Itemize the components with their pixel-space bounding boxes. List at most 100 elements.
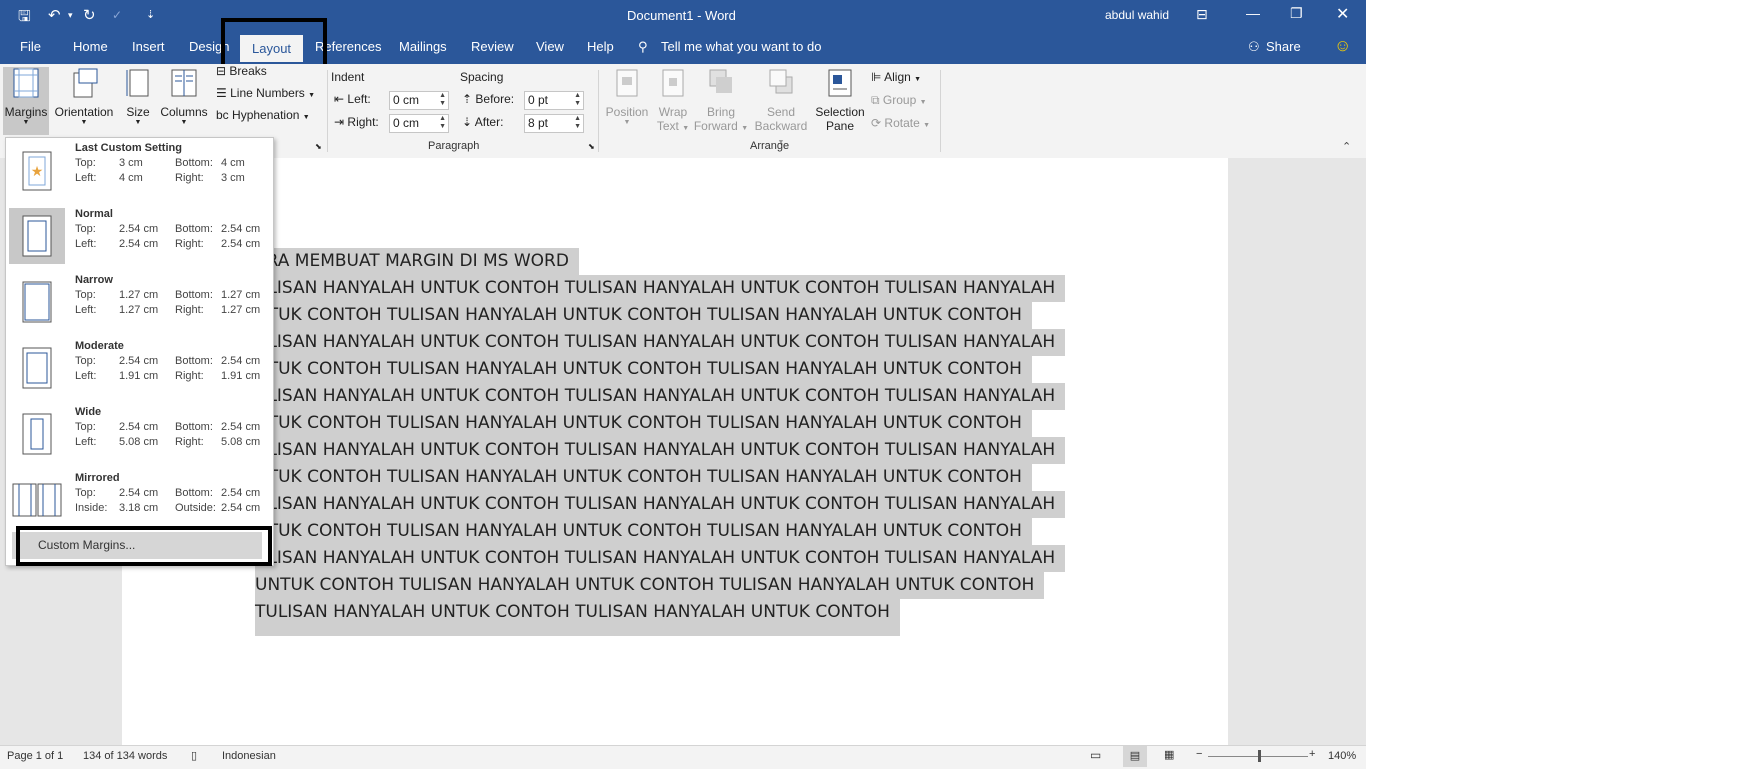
- margin-option-moderate[interactable]: Moderate Top: 2.54 cm Bottom: 2.54 cm Le…: [6, 336, 273, 402]
- page-setup-launcher-icon[interactable]: ⬊: [315, 142, 322, 151]
- size-button[interactable]: Size ▼: [120, 67, 156, 126]
- spinner-icon[interactable]: ▲ ▼: [574, 115, 581, 131]
- margin-key: Bottom:: [175, 223, 213, 235]
- customize-toolbar-icon[interactable]: ⇣: [146, 8, 155, 21]
- line-numbers-button[interactable]: ☰ Line Numbers ▼: [216, 86, 315, 100]
- margin-option-name: Mirrored: [75, 472, 120, 484]
- tab-file[interactable]: File: [20, 39, 41, 54]
- window-title: Document1 - Word: [627, 8, 736, 23]
- web-layout-icon[interactable]: ▦: [1164, 748, 1174, 761]
- zoom-level[interactable]: 140%: [1328, 750, 1356, 762]
- group-button[interactable]: ⧉ Group ▼: [871, 93, 927, 108]
- margin-value: 3.18 cm: [119, 502, 159, 514]
- rotate-label: Rotate: [884, 116, 920, 130]
- collapse-ribbon-icon[interactable]: ⌃: [1342, 140, 1351, 153]
- send-backward-button[interactable]: Send Backward ▼: [750, 67, 812, 147]
- share-button[interactable]: Share: [1266, 39, 1301, 54]
- language-indicator[interactable]: Indonesian: [222, 750, 276, 762]
- title-bar: 🖫 ↶ ▾ ↻ ✓ ⇣ Document1 - Word abdul wahid…: [0, 0, 1366, 30]
- margin-option-mirrored[interactable]: Mirrored Top: 2.54 cm Bottom: 2.54 cm In…: [6, 468, 273, 534]
- indent-left-text: Left:: [347, 92, 371, 106]
- position-label: Position: [605, 105, 649, 119]
- tab-home[interactable]: Home: [73, 39, 108, 54]
- indent-left-input[interactable]: 0 cm ▲ ▼: [389, 91, 449, 110]
- margin-key: Bottom:: [175, 289, 213, 301]
- indent-right-input[interactable]: 0 cm ▲ ▼: [389, 114, 449, 133]
- spacing-after-input[interactable]: 8 pt ▲ ▼: [524, 114, 584, 133]
- word-count[interactable]: 134 of 134 words: [83, 750, 167, 762]
- margin-option-narrow[interactable]: Narrow Top: 1.27 cm Bottom: 1.27 cm Left…: [6, 270, 273, 336]
- proofing-icon[interactable]: ▯: [191, 749, 197, 762]
- tab-review[interactable]: Review: [471, 39, 514, 54]
- wrap-text-button[interactable]: Wrap Text ▼: [653, 67, 693, 133]
- page-normal-icon: [9, 208, 65, 264]
- document-text[interactable]: ARA MEMBUAT MARGIN DI MS WORD ULISAN HAN…: [255, 248, 1075, 636]
- wrap-text-label-2: Text ▼: [656, 119, 690, 133]
- size-icon: [126, 69, 149, 97]
- margin-value: 1.91 cm: [119, 370, 159, 382]
- redo-icon[interactable]: ↻: [83, 6, 96, 24]
- breaks-button[interactable]: ⊟ Breaks: [216, 64, 267, 78]
- margin-value: 2.54 cm: [221, 421, 261, 433]
- rotate-button[interactable]: ⟳ Rotate ▼: [871, 116, 930, 130]
- chevron-down-icon: ▼: [134, 119, 142, 126]
- minimize-icon[interactable]: —: [1246, 5, 1260, 21]
- orientation-button[interactable]: Orientation ▼: [52, 67, 116, 126]
- close-icon[interactable]: ✕: [1336, 4, 1349, 24]
- user-name[interactable]: abdul wahid: [1105, 8, 1169, 22]
- page-count[interactable]: Page 1 of 1: [7, 750, 63, 762]
- margin-value: 3 cm: [221, 172, 245, 184]
- chevron-down-icon: ▼: [914, 76, 922, 83]
- restore-icon[interactable]: ❐: [1290, 5, 1303, 22]
- chevron-down-icon: ▼: [308, 92, 316, 99]
- indent-left-value: 0 cm: [393, 93, 420, 107]
- margin-option-last-custom[interactable]: ★ Last Custom Setting Top: 3 cm Bottom: …: [6, 138, 273, 204]
- margin-key: Right:: [175, 370, 204, 382]
- selection-pane-button[interactable]: Selection Pane: [812, 67, 868, 133]
- smiley-icon[interactable]: ☺: [1334, 36, 1351, 56]
- margin-value: 2.54 cm: [221, 487, 261, 499]
- undo-dropdown-icon[interactable]: ▾: [68, 10, 73, 21]
- hyphenation-button[interactable]: bc Hyphenation ▼: [216, 108, 310, 122]
- bring-forward-button[interactable]: Bring Forward ▼: [693, 67, 749, 133]
- columns-button[interactable]: Columns ▼: [158, 67, 210, 126]
- paragraph-launcher-icon[interactable]: ⬊: [588, 142, 595, 151]
- spinner-icon[interactable]: ▲ ▼: [574, 92, 581, 108]
- spacing-before-input[interactable]: 0 pt ▲ ▼: [524, 91, 584, 110]
- spinner-icon[interactable]: ▲ ▼: [439, 115, 446, 131]
- spelling-icon[interactable]: ✓: [112, 8, 122, 22]
- group-label: Group: [882, 93, 917, 107]
- margin-value: 1.27 cm: [119, 289, 159, 301]
- tab-insert[interactable]: Insert: [132, 39, 165, 54]
- spinner-icon[interactable]: ▲ ▼: [439, 92, 446, 108]
- tab-help[interactable]: Help: [587, 39, 614, 54]
- undo-icon[interactable]: ↶: [48, 6, 61, 24]
- tab-view[interactable]: View: [536, 39, 564, 54]
- align-button[interactable]: ⊫ Align ▼: [871, 70, 921, 84]
- zoom-out-icon[interactable]: −: [1196, 748, 1202, 760]
- indent-right-value: 0 cm: [393, 116, 420, 130]
- tell-me-box[interactable]: Tell me what you want to do: [661, 39, 821, 54]
- spacing-heading: Spacing: [460, 70, 504, 84]
- chevron-down-icon: ▼: [22, 119, 30, 126]
- margin-value: 2.54 cm: [119, 355, 159, 367]
- margins-label: Margins: [4, 105, 48, 119]
- zoom-in-icon[interactable]: +: [1309, 748, 1315, 760]
- margin-key: Left:: [75, 304, 97, 316]
- wrap-text-label-1: Wrap: [658, 105, 688, 119]
- position-button[interactable]: Position ▼: [601, 67, 653, 126]
- margin-option-normal[interactable]: Normal Top: 2.54 cm Bottom: 2.54 cm Left…: [6, 204, 273, 270]
- tab-mailings[interactable]: Mailings: [399, 39, 447, 54]
- ribbon-display-icon[interactable]: ⊟: [1196, 6, 1208, 23]
- margins-button[interactable]: Margins ▼: [3, 67, 49, 135]
- margin-key: Right:: [175, 172, 204, 184]
- print-layout-icon[interactable]: ▤: [1123, 746, 1147, 767]
- columns-icon: [171, 69, 197, 97]
- spacing-before-value: 0 pt: [528, 93, 549, 107]
- zoom-slider-handle[interactable]: [1258, 750, 1261, 762]
- read-mode-icon[interactable]: ▭: [1090, 748, 1101, 762]
- margin-key: Right:: [175, 304, 204, 316]
- save-icon[interactable]: 🖫: [18, 6, 31, 31]
- search-icon: ⚲: [638, 39, 648, 54]
- margin-option-wide[interactable]: Wide Top: 2.54 cm Bottom: 2.54 cm Left: …: [6, 402, 273, 468]
